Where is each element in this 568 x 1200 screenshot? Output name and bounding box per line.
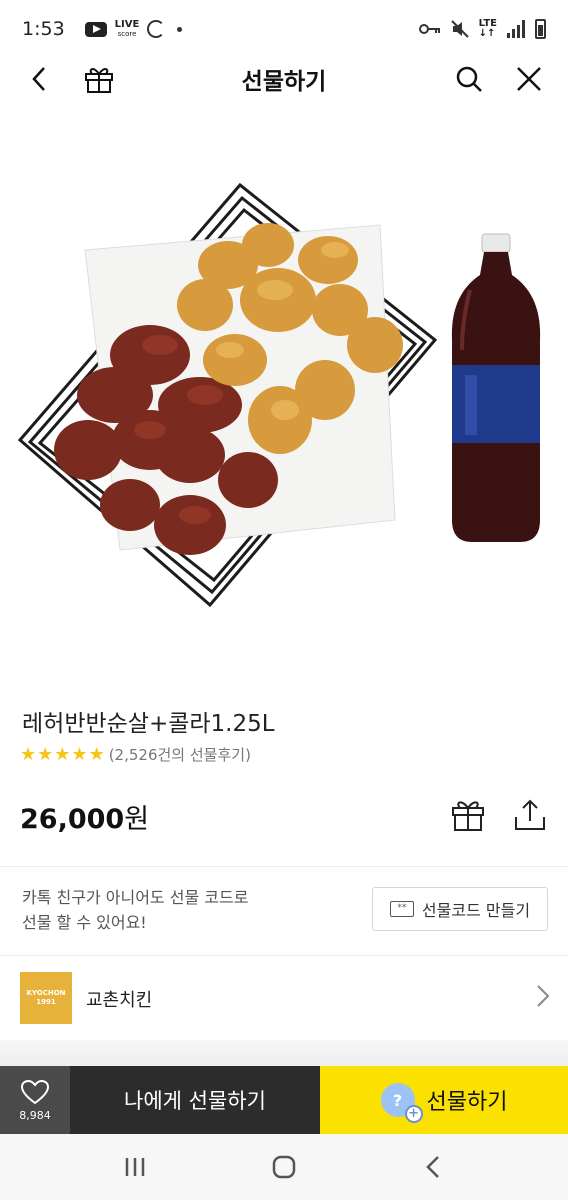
- section-spacer: [0, 1040, 568, 1066]
- app-header: 선물하기: [0, 58, 568, 100]
- send-gift-button[interactable]: ? + 선물하기: [320, 1066, 568, 1134]
- product-rating[interactable]: ★ ★ ★ ★ ★ (2,526건의 선물후기): [20, 744, 251, 765]
- gift-to-self-label: 나에게 선물하기: [124, 1089, 266, 1113]
- product-price: 26,000원: [20, 797, 149, 836]
- live-score-icon: LIVE score: [114, 18, 140, 38]
- star-icon: ★: [54, 743, 71, 765]
- plus-icon: +: [404, 1105, 423, 1123]
- recent-apps-icon: [125, 1158, 144, 1176]
- home-button[interactable]: [264, 1147, 304, 1187]
- close-button[interactable]: [508, 58, 550, 100]
- create-gift-code-button[interactable]: ** 선물코드 만들기: [372, 887, 548, 931]
- add-friend-icon: ? +: [380, 1083, 423, 1123]
- mute-icon: [450, 20, 469, 38]
- recent-apps-button[interactable]: [115, 1147, 155, 1187]
- divider: [0, 866, 568, 867]
- brand-row[interactable]: KYOCHON 1991 교촌치킨: [0, 956, 568, 1040]
- rating-stars: ★ ★ ★ ★ ★: [20, 743, 105, 765]
- gift-product-page: 1:53 LIVE score LTE ↓↑ 선물하기 레허반반순살+콜라1.2…: [0, 0, 568, 1200]
- product-image: [0, 150, 568, 640]
- back-arrow-icon: [32, 67, 45, 91]
- product-name: 레허반반순살+콜라1.25L: [22, 711, 275, 737]
- price-unit: 원: [124, 804, 150, 835]
- search-button[interactable]: [448, 58, 490, 100]
- ticket-icon: **: [389, 901, 414, 917]
- bottom-action-bar: 8,984 나에게 선물하기 ? + 선물하기: [0, 1066, 568, 1134]
- signal-icon: [507, 20, 525, 38]
- star-icon: ★: [20, 743, 37, 765]
- gift-code-notice: 카톡 친구가 아니어도 선물 코드로 선물 할 수 있어요!: [22, 888, 249, 932]
- price-value: 26,000: [20, 804, 125, 835]
- search-icon: [456, 66, 482, 92]
- lte-icon: LTE ↓↑: [478, 18, 497, 39]
- share-button[interactable]: [512, 797, 552, 837]
- sync-icon: [147, 20, 166, 38]
- gift-icon: [452, 801, 484, 831]
- star-icon: ★: [88, 743, 105, 765]
- home-icon: [272, 1155, 296, 1179]
- status-time: 1:53: [22, 18, 65, 40]
- star-icon: ★: [37, 743, 54, 765]
- heart-icon: [20, 1079, 50, 1104]
- back-icon: [426, 1156, 440, 1178]
- brand-logo: KYOCHON 1991: [20, 972, 72, 1024]
- brand-name: 교촌치킨: [86, 990, 153, 1011]
- wish-button[interactable]: 8,984: [0, 1066, 70, 1134]
- notification-dot-icon: [177, 26, 183, 32]
- back-button[interactable]: [18, 58, 60, 100]
- share-icon: [515, 799, 545, 830]
- send-gift-label: 선물하기: [426, 1090, 508, 1115]
- gift-wrap-button[interactable]: [450, 797, 490, 837]
- gift-icon: [85, 68, 113, 93]
- chevron-right-icon: [537, 985, 550, 1007]
- review-count[interactable]: (2,526건의 선물후기): [109, 744, 251, 765]
- create-gift-code-label: 선물코드 만들기: [421, 901, 531, 920]
- gift-home-button[interactable]: [78, 58, 120, 100]
- system-back-button[interactable]: [413, 1147, 453, 1187]
- battery-icon: [535, 19, 546, 39]
- wish-count: 8,984: [19, 1108, 51, 1122]
- cola-bottle-image: [451, 233, 541, 542]
- youtube-icon: [84, 21, 107, 37]
- system-nav-bar: [0, 1134, 568, 1200]
- close-icon: [517, 67, 541, 91]
- key-icon: [418, 24, 440, 34]
- gift-to-self-button[interactable]: 나에게 선물하기: [70, 1066, 320, 1134]
- status-bar: 1:53 LIVE score LTE ↓↑: [0, 0, 568, 58]
- star-icon: ★: [71, 743, 88, 765]
